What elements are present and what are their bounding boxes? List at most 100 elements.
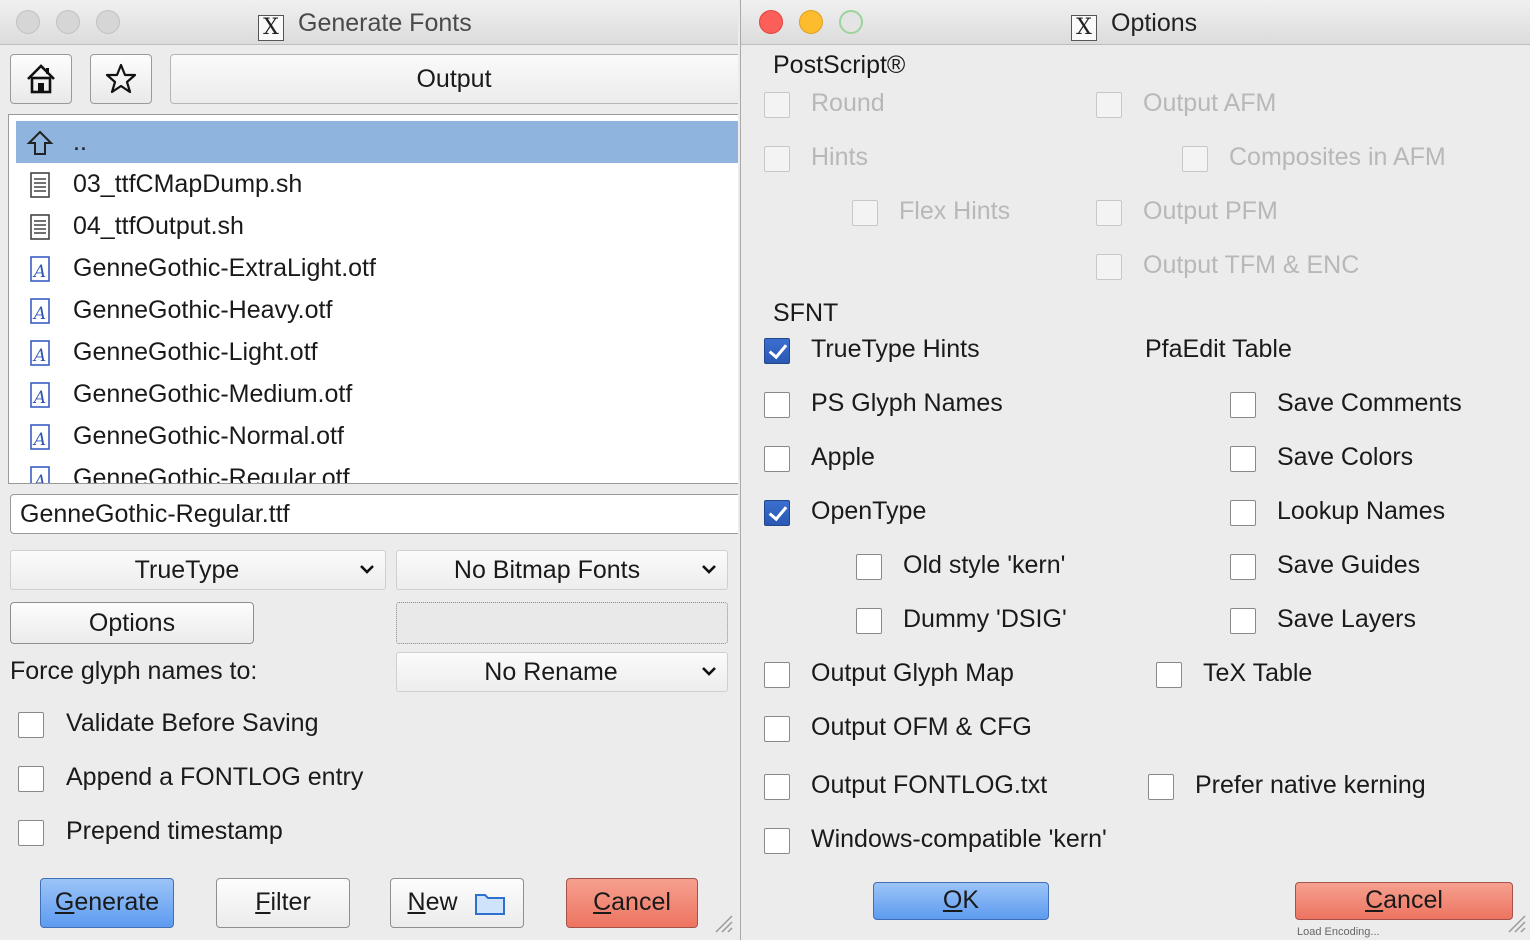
ok-button[interactable]: OK xyxy=(873,882,1049,920)
round-checkbox[interactable] xyxy=(764,92,790,118)
force-glyph-label: Force glyph names to: xyxy=(10,657,258,685)
zoom-window-button[interactable] xyxy=(839,10,863,34)
list-item[interactable]: 04_ttfOutput.sh xyxy=(16,205,738,247)
generate-fonts-window: X Generate Fonts Output .. 03_ttfCMapDump.… xyxy=(0,0,738,940)
path-dropdown-button[interactable]: Output xyxy=(170,54,738,104)
output-ofm-checkbox[interactable] xyxy=(764,716,790,742)
filter-button[interactable]: Filter xyxy=(216,878,350,928)
options-window: X Options PostScript® Round Hints Flex Hi… xyxy=(740,0,1530,940)
windows-kern-label: Windows-compatible 'kern' xyxy=(811,825,1107,853)
save-layers-checkbox[interactable] xyxy=(1230,608,1256,634)
output-tfm-label: Output TFM & ENC xyxy=(1143,251,1360,279)
font-file-icon: A xyxy=(26,422,54,450)
postscript-heading: PostScript® xyxy=(773,51,906,79)
timestamp-checkbox[interactable] xyxy=(18,820,44,846)
windows-kern-checkbox[interactable] xyxy=(764,828,790,854)
generate-mnemonic: G xyxy=(54,888,75,916)
pfaedit-heading: PfaEdit Table xyxy=(1145,335,1292,363)
opentype-label: OpenType xyxy=(811,497,927,525)
output-fontlog-checkbox[interactable] xyxy=(764,774,790,800)
svg-text:A: A xyxy=(32,388,46,408)
home-icon xyxy=(27,64,55,94)
ps-glyph-names-checkbox[interactable] xyxy=(764,392,790,418)
list-item[interactable]: A GenneGothic-ExtraLight.otf xyxy=(16,247,738,289)
minimize-window-button[interactable] xyxy=(799,10,823,34)
rename-select[interactable]: No Rename xyxy=(396,652,728,692)
cancel-mnemonic: C xyxy=(1365,886,1384,914)
background-status-text: Load Encoding... xyxy=(1297,926,1380,938)
font-file-icon: A xyxy=(26,380,54,408)
opentype-checkbox[interactable] xyxy=(764,500,790,526)
bitmap-select[interactable]: No Bitmap Fonts xyxy=(396,550,728,590)
resize-grip-icon[interactable] xyxy=(712,912,734,934)
composites-afm-label: Composites in AFM xyxy=(1229,143,1446,171)
prefer-native-kerning-checkbox[interactable] xyxy=(1148,774,1174,800)
new-folder-button[interactable]: New xyxy=(390,878,524,928)
hints-label: Hints xyxy=(811,143,868,171)
format-select[interactable]: TrueType xyxy=(10,550,386,590)
tex-table-checkbox[interactable] xyxy=(1156,662,1182,688)
output-tfm-checkbox[interactable] xyxy=(1096,254,1122,280)
list-item[interactable]: A GenneGothic-Normal.otf xyxy=(16,415,738,457)
list-item-label: 03_ttfCMapDump.sh xyxy=(73,170,303,198)
composites-afm-checkbox[interactable] xyxy=(1182,146,1208,172)
cancel-label: ancel xyxy=(1383,886,1443,914)
apple-checkbox[interactable] xyxy=(764,446,790,472)
list-item-label: .. xyxy=(73,128,87,156)
bookmarks-button[interactable] xyxy=(90,54,152,104)
generate-button[interactable]: Generate xyxy=(40,878,174,928)
chevron-down-icon xyxy=(702,667,716,676)
save-guides-checkbox[interactable] xyxy=(1230,554,1256,580)
flex-hints-checkbox[interactable] xyxy=(852,200,878,226)
svg-text:A: A xyxy=(32,262,46,282)
output-afm-label: Output AFM xyxy=(1143,89,1277,117)
output-glyph-map-checkbox[interactable] xyxy=(764,662,790,688)
output-fontlog-label: Output FONTLOG.txt xyxy=(811,771,1048,799)
list-item[interactable]: A GenneGothic-Heavy.otf xyxy=(16,289,738,331)
ps-glyph-names-label: PS Glyph Names xyxy=(811,389,1003,417)
timestamp-label: Prepend timestamp xyxy=(66,817,283,845)
folder-icon xyxy=(475,894,506,915)
cancel-generate-button[interactable]: Cancel xyxy=(566,878,698,928)
truetype-hints-checkbox[interactable] xyxy=(764,338,790,364)
close-window-button[interactable] xyxy=(16,10,40,34)
svg-text:A: A xyxy=(32,472,46,484)
old-style-kern-checkbox[interactable] xyxy=(856,554,882,580)
truetype-hints-label: TrueType Hints xyxy=(811,335,980,363)
lookup-names-checkbox[interactable] xyxy=(1230,500,1256,526)
hints-checkbox[interactable] xyxy=(764,146,790,172)
text-file-icon xyxy=(26,212,54,240)
file-list[interactable]: .. 03_ttfCMapDump.sh 04_ttfOutput.sh A Genne… xyxy=(8,114,738,484)
cancel-options-button[interactable]: Cancel xyxy=(1295,882,1513,920)
minimize-window-button[interactable] xyxy=(56,10,80,34)
dummy-dsig-checkbox[interactable] xyxy=(856,608,882,634)
resize-grip-icon[interactable] xyxy=(1505,912,1527,934)
output-pfm-checkbox[interactable] xyxy=(1096,200,1122,226)
cancel-mnemonic: C xyxy=(593,888,612,916)
new-label: ew xyxy=(425,888,458,916)
filename-input[interactable]: GenneGothic-Regular.ttf xyxy=(10,494,738,534)
output-afm-checkbox[interactable] xyxy=(1096,92,1122,118)
window-title-text: Options xyxy=(1111,9,1198,37)
list-item[interactable]: .. xyxy=(16,121,738,163)
font-file-icon: A xyxy=(26,254,54,282)
save-comments-checkbox[interactable] xyxy=(1230,392,1256,418)
zoom-window-button[interactable] xyxy=(96,10,120,34)
list-item-label: GenneGothic-ExtraLight.otf xyxy=(73,254,376,282)
home-button[interactable] xyxy=(10,54,72,104)
list-item[interactable]: A GenneGothic-Regular.otf xyxy=(16,457,738,484)
rename-select-value: No Rename xyxy=(484,658,618,686)
list-item[interactable]: 03_ttfCMapDump.sh xyxy=(16,163,738,205)
options-button[interactable]: Options xyxy=(10,602,254,644)
list-item[interactable]: A GenneGothic-Medium.otf xyxy=(16,373,738,415)
bitmap-resolution-field[interactable] xyxy=(396,602,728,644)
lookup-names-label: Lookup Names xyxy=(1277,497,1446,525)
fontlog-checkbox[interactable] xyxy=(18,766,44,792)
list-item[interactable]: A GenneGothic-Light.otf xyxy=(16,331,738,373)
chevron-down-icon xyxy=(702,565,716,574)
font-file-icon: A xyxy=(26,464,54,484)
svg-text:A: A xyxy=(32,430,46,450)
save-colors-checkbox[interactable] xyxy=(1230,446,1256,472)
validate-checkbox[interactable] xyxy=(18,712,44,738)
close-window-button[interactable] xyxy=(759,10,783,34)
